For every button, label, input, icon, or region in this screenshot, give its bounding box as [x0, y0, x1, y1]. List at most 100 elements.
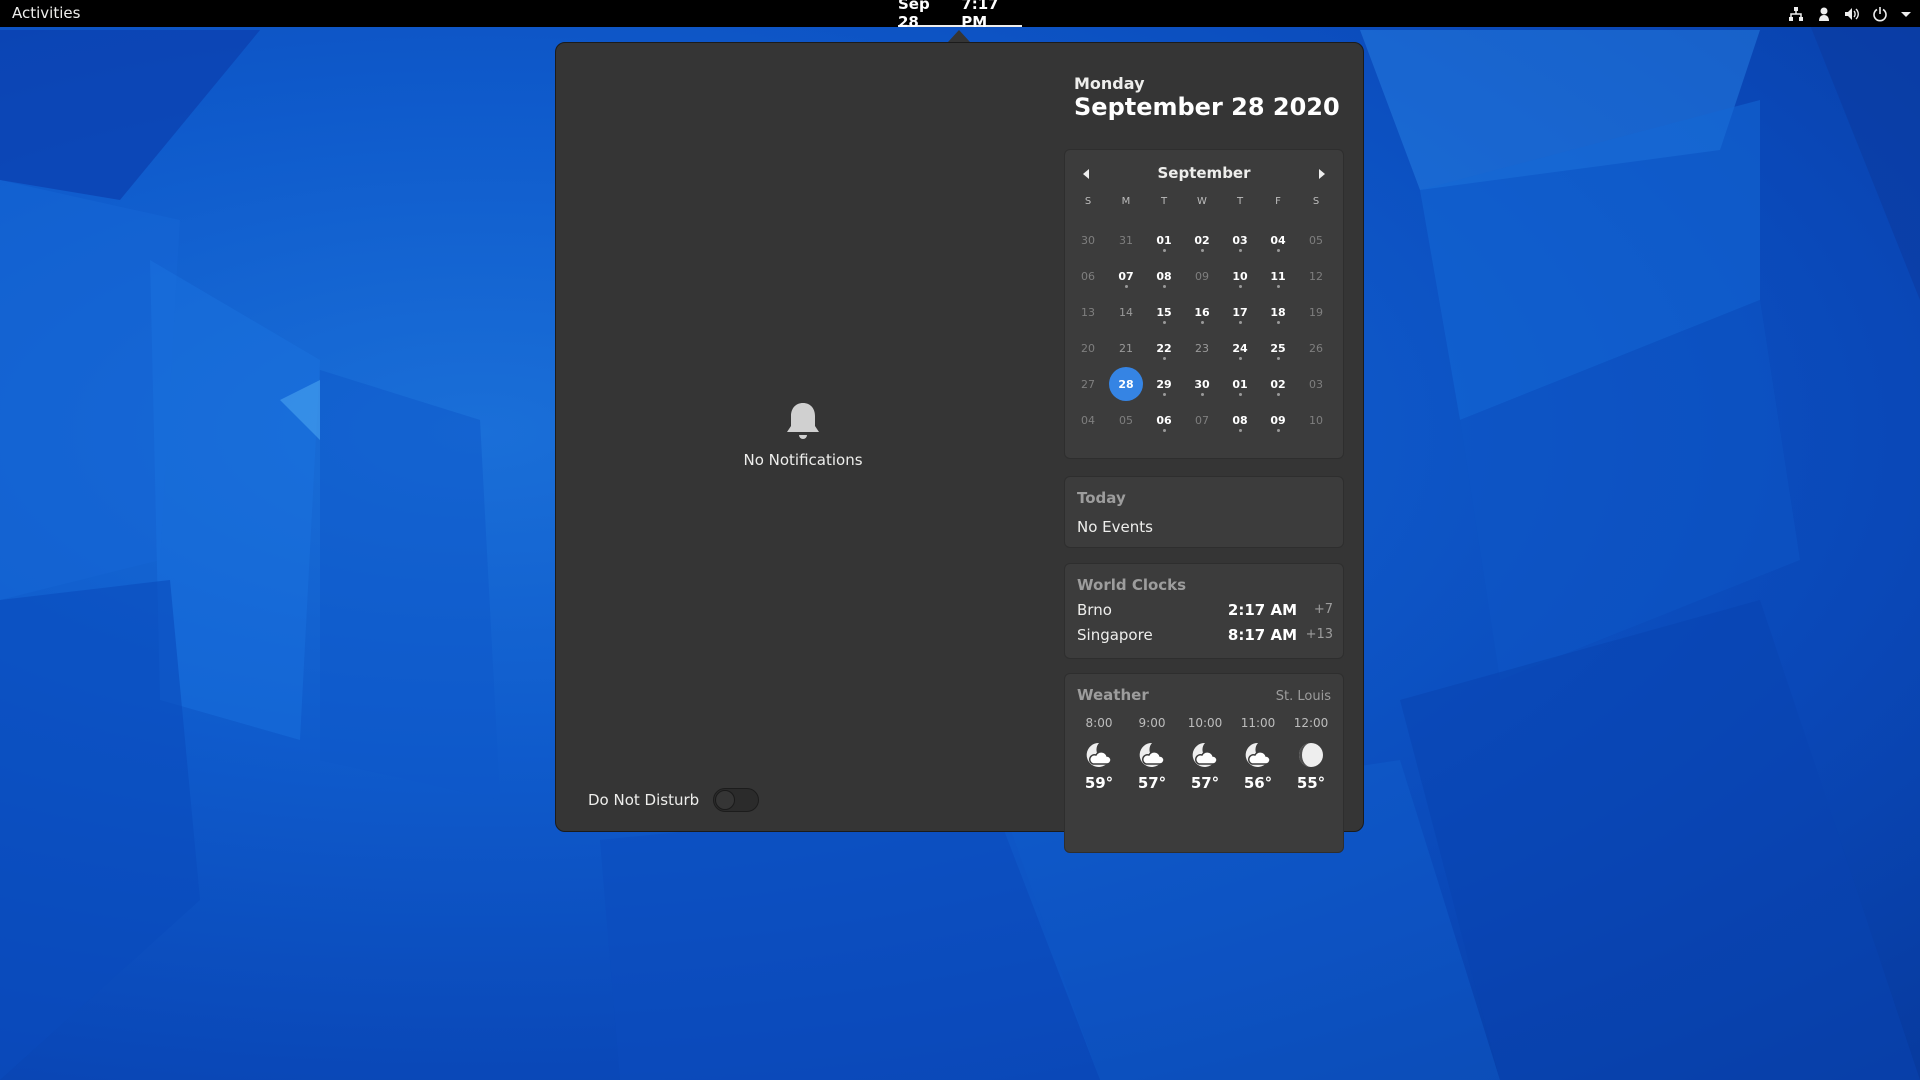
clock-button[interactable]: Sep 28 7:17 PM	[898, 0, 1022, 31]
day-number: 07	[1118, 269, 1134, 283]
calendar-day[interactable]: 21	[1107, 330, 1145, 366]
event-dot	[1162, 249, 1166, 252]
pan-end-icon	[1319, 169, 1325, 179]
calendar-day[interactable]: 13	[1069, 294, 1107, 330]
event-dot	[1276, 321, 1280, 324]
events-title: Today	[1077, 489, 1126, 507]
calendar-day[interactable]: 23	[1183, 330, 1221, 366]
calendar-day[interactable]: 09	[1183, 258, 1221, 294]
clock-time: 2:17 AM	[1227, 601, 1297, 619]
calendar-day[interactable]: 03	[1297, 366, 1335, 402]
day-number: 06	[1156, 413, 1172, 427]
weekday-header: S	[1312, 196, 1320, 207]
calendar-day[interactable]: 07	[1183, 402, 1221, 438]
calendar-day-today[interactable]: 28	[1107, 366, 1145, 402]
calendar-day[interactable]: 19	[1297, 294, 1335, 330]
calendar-day[interactable]: 07	[1107, 258, 1145, 294]
calendar-day[interactable]: 31	[1107, 222, 1145, 258]
bell-icon	[787, 403, 819, 439]
weather-time: 11:00	[1240, 716, 1276, 730]
weekday-header: T	[1160, 196, 1168, 207]
activities-button[interactable]: Activities	[12, 0, 80, 27]
calendar-day[interactable]: 10	[1297, 402, 1335, 438]
calendar-day[interactable]: 02	[1183, 222, 1221, 258]
weather-hour: 9:00 57°	[1126, 716, 1178, 792]
calendar-day[interactable]: 20	[1069, 330, 1107, 366]
calendar-day[interactable]: 03	[1221, 222, 1259, 258]
calendar-day[interactable]: 15	[1145, 294, 1183, 330]
calendar-day[interactable]: 06	[1069, 258, 1107, 294]
calendar-day[interactable]: 09	[1259, 402, 1297, 438]
events-section[interactable]: Today No Events	[1064, 476, 1344, 548]
calendar-day[interactable]: 14	[1107, 294, 1145, 330]
full-date-label[interactable]: September 28 2020	[1074, 93, 1340, 121]
chevron-down-icon[interactable]	[1900, 6, 1912, 22]
weather-hour: 12:00 55°	[1285, 716, 1337, 792]
calendar-day[interactable]: 25	[1259, 330, 1297, 366]
network-icon[interactable]	[1788, 6, 1804, 22]
calendar-day[interactable]: 30	[1069, 222, 1107, 258]
calendar-day[interactable]: 26	[1297, 330, 1335, 366]
calendar-day[interactable]: 02	[1259, 366, 1297, 402]
calendar-day[interactable]: 01	[1145, 222, 1183, 258]
weather-section[interactable]: Weather St. Louis 8:00 59° 9:00 57° 10:00 57°…	[1064, 673, 1344, 853]
user-icon[interactable]	[1816, 6, 1832, 22]
calendar-day[interactable]: 22	[1145, 330, 1183, 366]
calendar-day[interactable]: 05	[1107, 402, 1145, 438]
day-number: 20	[1081, 341, 1095, 355]
calendar-day[interactable]: 30	[1183, 366, 1221, 402]
event-dot	[1124, 285, 1128, 288]
calendar-month: September	[1157, 164, 1251, 182]
weather-temp: 59°	[1084, 774, 1114, 792]
world-clock-row: Brno 2:17 AM +7	[1077, 601, 1333, 623]
event-dot	[1200, 393, 1204, 396]
event-dot	[1200, 321, 1204, 324]
calendar-day[interactable]: 08	[1145, 258, 1183, 294]
calendar-day[interactable]: 04	[1069, 402, 1107, 438]
calendar-day[interactable]: 06	[1145, 402, 1183, 438]
day-number: 17	[1232, 305, 1248, 319]
clock-date: Sep 28	[898, 0, 930, 31]
calendar-day[interactable]: 24	[1221, 330, 1259, 366]
event-dot	[1276, 249, 1280, 252]
next-month-button[interactable]	[1313, 166, 1331, 182]
day-number: 25	[1270, 341, 1286, 355]
event-dot	[1238, 393, 1242, 396]
power-icon[interactable]	[1872, 6, 1888, 22]
calendar-day[interactable]: 29	[1145, 366, 1183, 402]
calendar-day[interactable]: 01	[1221, 366, 1259, 402]
calendar-day[interactable]: 17	[1221, 294, 1259, 330]
day-number: 07	[1195, 413, 1209, 427]
dnd-switch[interactable]	[713, 788, 760, 812]
day-number: 13	[1081, 305, 1095, 319]
calendar-header: September	[1065, 162, 1343, 184]
world-clocks-section[interactable]: World Clocks Brno 2:17 AM +7 Singapore 8…	[1064, 563, 1344, 659]
weekday-label[interactable]: Monday	[1074, 74, 1145, 93]
weather-hour: 11:00 56°	[1232, 716, 1284, 792]
calendar-day[interactable]: 27	[1069, 366, 1107, 402]
calendar-day[interactable]: 10	[1221, 258, 1259, 294]
day-number: 08	[1232, 413, 1248, 427]
calendar-day[interactable]: 05	[1297, 222, 1335, 258]
calendar-day[interactable]: 16	[1183, 294, 1221, 330]
calendar-day[interactable]: 12	[1297, 258, 1335, 294]
day-number: 10	[1309, 413, 1323, 427]
calendar-day[interactable]: 11	[1259, 258, 1297, 294]
day-number: 04	[1270, 233, 1286, 247]
weekday-header: S	[1084, 196, 1092, 207]
calendar-day[interactable]: 18	[1259, 294, 1297, 330]
switch-knob	[715, 790, 736, 810]
day-number: 19	[1309, 305, 1323, 319]
volume-icon[interactable]	[1844, 6, 1860, 22]
calendar-day[interactable]: 08	[1221, 402, 1259, 438]
calendar-day[interactable]: 04	[1259, 222, 1297, 258]
system-tray[interactable]	[1788, 0, 1912, 27]
weather-time: 8:00	[1085, 716, 1113, 730]
calendar-column: Monday September 28 2020 September S M T W T…	[1060, 43, 1364, 853]
event-dot	[1276, 285, 1280, 288]
day-number: 11	[1270, 269, 1286, 283]
day-number: 05	[1309, 233, 1323, 247]
event-dot	[1162, 393, 1166, 396]
event-dot	[1162, 285, 1166, 288]
popover-arrow	[948, 30, 970, 42]
